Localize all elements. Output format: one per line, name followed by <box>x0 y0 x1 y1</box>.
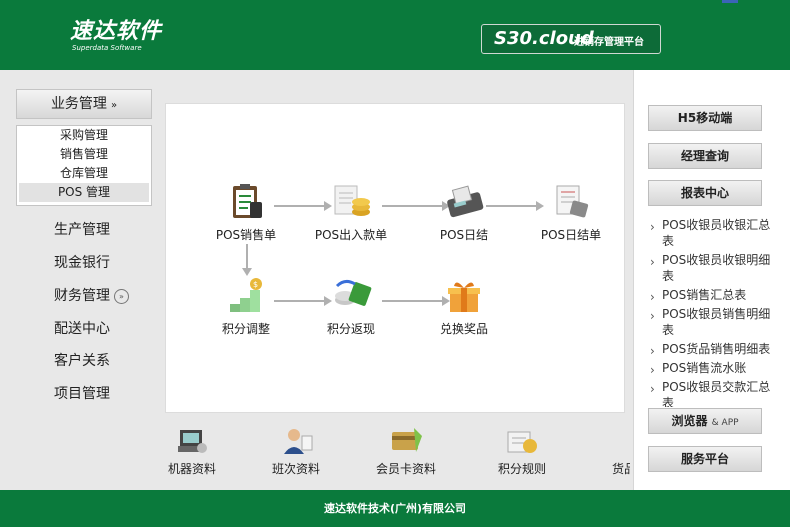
company-name: 速达软件技术(广州)有限公司 <box>323 502 467 515</box>
shortcut-goods[interactable]: 货品 <box>584 426 630 477</box>
report-link[interactable]: POS收银员交款汇总表 <box>648 379 778 407</box>
card-terminal-icon <box>442 182 486 222</box>
manager-query-button[interactable]: 经理查询 <box>648 143 762 169</box>
submenu-item-pos[interactable]: POS 管理 <box>19 183 149 202</box>
report-link[interactable]: POS货品销售明细表 <box>648 341 778 359</box>
window-edge-mark <box>722 0 738 3</box>
flow-node-pos-daily-close[interactable]: POS日结 <box>424 182 504 243</box>
sidebar-item-finance[interactable]: 财务管理 » <box>54 285 129 305</box>
flow-node-points-cashback[interactable]: 积分返现 <box>306 276 396 337</box>
flow-node-redeem-prize[interactable]: 兑换奖品 <box>424 276 504 337</box>
submenu-item-purchase[interactable]: 采购管理 <box>17 126 151 145</box>
coin-stairs-icon: $ <box>224 276 268 316</box>
shortcut-shift-info[interactable]: 班次资料 <box>256 426 336 477</box>
app-footer: 速达软件技术(广州)有限公司 <box>0 490 790 527</box>
product-brand: S30.cloud 进销存管理平台 <box>481 24 661 54</box>
report-calculator-icon <box>549 182 593 222</box>
service-platform-button[interactable]: 服务平台 <box>648 446 762 472</box>
sidebar-item-project[interactable]: 项目管理 <box>54 383 110 403</box>
machine-gear-icon <box>174 426 210 456</box>
submenu-item-warehouse[interactable]: 仓库管理 <box>17 164 151 183</box>
receipt-coins-icon <box>329 182 373 222</box>
sidebar-item-production[interactable]: 生产管理 <box>54 219 110 239</box>
flow-arrow <box>242 244 252 276</box>
shortcut-machine-info[interactable]: 机器资料 <box>160 426 232 477</box>
shortcut-label: 积分规则 <box>497 462 546 476</box>
browser-app-button[interactable]: 浏览器 & APP <box>648 408 762 434</box>
flow-node-pos-sales[interactable]: POS销售单 <box>206 182 286 243</box>
chevron-down-icon: » <box>110 100 118 111</box>
company-logo: 速达软件 Superdata Software <box>70 20 162 53</box>
shortcut-member-card[interactable]: 会员卡资料 <box>366 426 446 477</box>
report-center-button[interactable]: 报表中心 <box>648 180 762 206</box>
shortcut-label: 货品 <box>611 462 630 476</box>
svg-text:$: $ <box>253 280 258 289</box>
sidebar-item-finance-label: 财务管理 <box>54 288 110 304</box>
flow-node-points-adjust[interactable]: $ 积分调整 <box>206 276 286 337</box>
points-rule-icon <box>504 426 540 456</box>
flow-node-label: 兑换奖品 <box>439 322 488 336</box>
goods-box-icon <box>606 426 630 456</box>
category-dropdown[interactable]: 业务管理» <box>16 89 152 119</box>
flow-node-label: POS日结 <box>439 228 489 242</box>
right-panel-divider <box>633 70 634 490</box>
report-link[interactable]: POS销售流水账 <box>648 360 778 378</box>
pos-flow-panel: POS销售单 POS出入款单 POS日结 POS日结单 $ 积分调整 积分返现 <box>166 104 624 412</box>
expand-circle-icon[interactable]: » <box>114 289 129 304</box>
flow-node-label: POS日结单 <box>540 228 602 242</box>
flow-node-pos-cash-in-out[interactable]: POS出入款单 <box>306 182 396 243</box>
member-card-icon <box>388 426 424 456</box>
report-link[interactable]: POS收银员收银明细表 <box>648 252 778 284</box>
shortcut-label: 会员卡资料 <box>375 462 436 476</box>
report-link[interactable]: POS收银员销售明细表 <box>648 306 778 338</box>
flow-node-label: POS出入款单 <box>314 228 388 242</box>
submenu-item-sales[interactable]: 销售管理 <box>17 145 151 164</box>
staff-icon <box>278 426 314 456</box>
logo-cn-text: 速达软件 <box>70 19 163 44</box>
report-link[interactable]: POS收银员收银汇总表 <box>648 217 778 249</box>
sidebar-item-cash-bank[interactable]: 现金银行 <box>54 252 110 272</box>
shortcut-points-rules[interactable]: 积分规则 <box>482 426 562 477</box>
report-list: POS收银员收银汇总表 POS收银员收银明细表 POS销售汇总表 POS收银员销… <box>648 217 778 407</box>
bottom-shortcuts: 机器资料 班次资料 会员卡资料 积分规则 货品 <box>160 426 630 481</box>
shortcut-label: 班次资料 <box>271 462 320 476</box>
clipboard-icon <box>224 182 268 222</box>
logo-en-text: Superdata Software <box>72 44 142 52</box>
flow-node-label: 积分调整 <box>221 322 270 336</box>
submenu: 采购管理 销售管理 仓库管理 POS 管理 <box>16 125 152 206</box>
product-subtitle: 进销存管理平台 <box>574 37 644 48</box>
flow-node-label: POS销售单 <box>215 228 277 242</box>
flow-node-pos-daily-statement[interactable]: POS日结单 <box>526 182 616 243</box>
report-link[interactable]: POS销售汇总表 <box>648 287 778 305</box>
h5-mobile-button[interactable]: H5移动端 <box>648 105 762 131</box>
money-return-icon <box>329 276 373 316</box>
category-label: 业务管理 <box>50 96 107 112</box>
flow-node-label: 积分返现 <box>326 322 375 336</box>
sidebar-item-crm[interactable]: 客户关系 <box>54 350 110 370</box>
sidebar-item-distribution[interactable]: 配送中心 <box>54 318 110 338</box>
browser-app-label: 浏览器 <box>671 414 708 428</box>
shortcut-label: 机器资料 <box>167 462 216 476</box>
gift-box-icon <box>442 276 486 316</box>
app-header: 速达软件 Superdata Software S30.cloud 进销存管理平… <box>0 0 790 70</box>
browser-app-amp: & APP <box>711 418 739 428</box>
